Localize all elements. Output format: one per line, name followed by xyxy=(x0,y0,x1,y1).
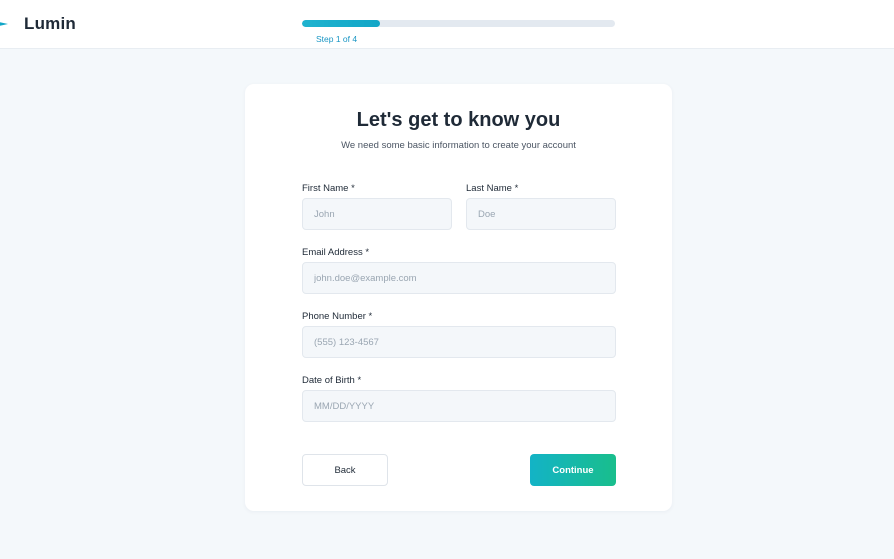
page-title: Let's get to know you xyxy=(356,109,561,131)
brand-name: Lumin xyxy=(24,14,76,33)
progress-bar xyxy=(302,20,615,27)
email-input[interactable] xyxy=(302,262,616,294)
page-subtitle: We need some basic information to create… xyxy=(341,140,576,151)
signup-card: Let's get to know you We need some basic… xyxy=(245,84,672,511)
email-label: Email Address * xyxy=(302,247,370,258)
phone-input[interactable] xyxy=(302,326,616,358)
last-name-label: Last Name * xyxy=(466,183,519,194)
dob-label: Date of Birth * xyxy=(302,375,362,386)
progress-fill xyxy=(302,20,381,27)
step-indicator: Step 1 of 4 xyxy=(316,34,358,44)
first-name-label: First Name * xyxy=(302,183,355,194)
brand-logo[interactable]: Lumin xyxy=(0,12,76,36)
back-button[interactable]: Back xyxy=(302,454,388,486)
phone-label: Phone Number * xyxy=(302,311,373,322)
last-name-input[interactable] xyxy=(466,198,616,230)
continue-button[interactable]: Continue xyxy=(530,454,616,486)
dob-input[interactable] xyxy=(302,390,616,422)
arrow-icon xyxy=(0,22,8,26)
first-name-input[interactable] xyxy=(302,198,452,230)
top-bar: Lumin Step 1 of 4 xyxy=(0,0,894,49)
